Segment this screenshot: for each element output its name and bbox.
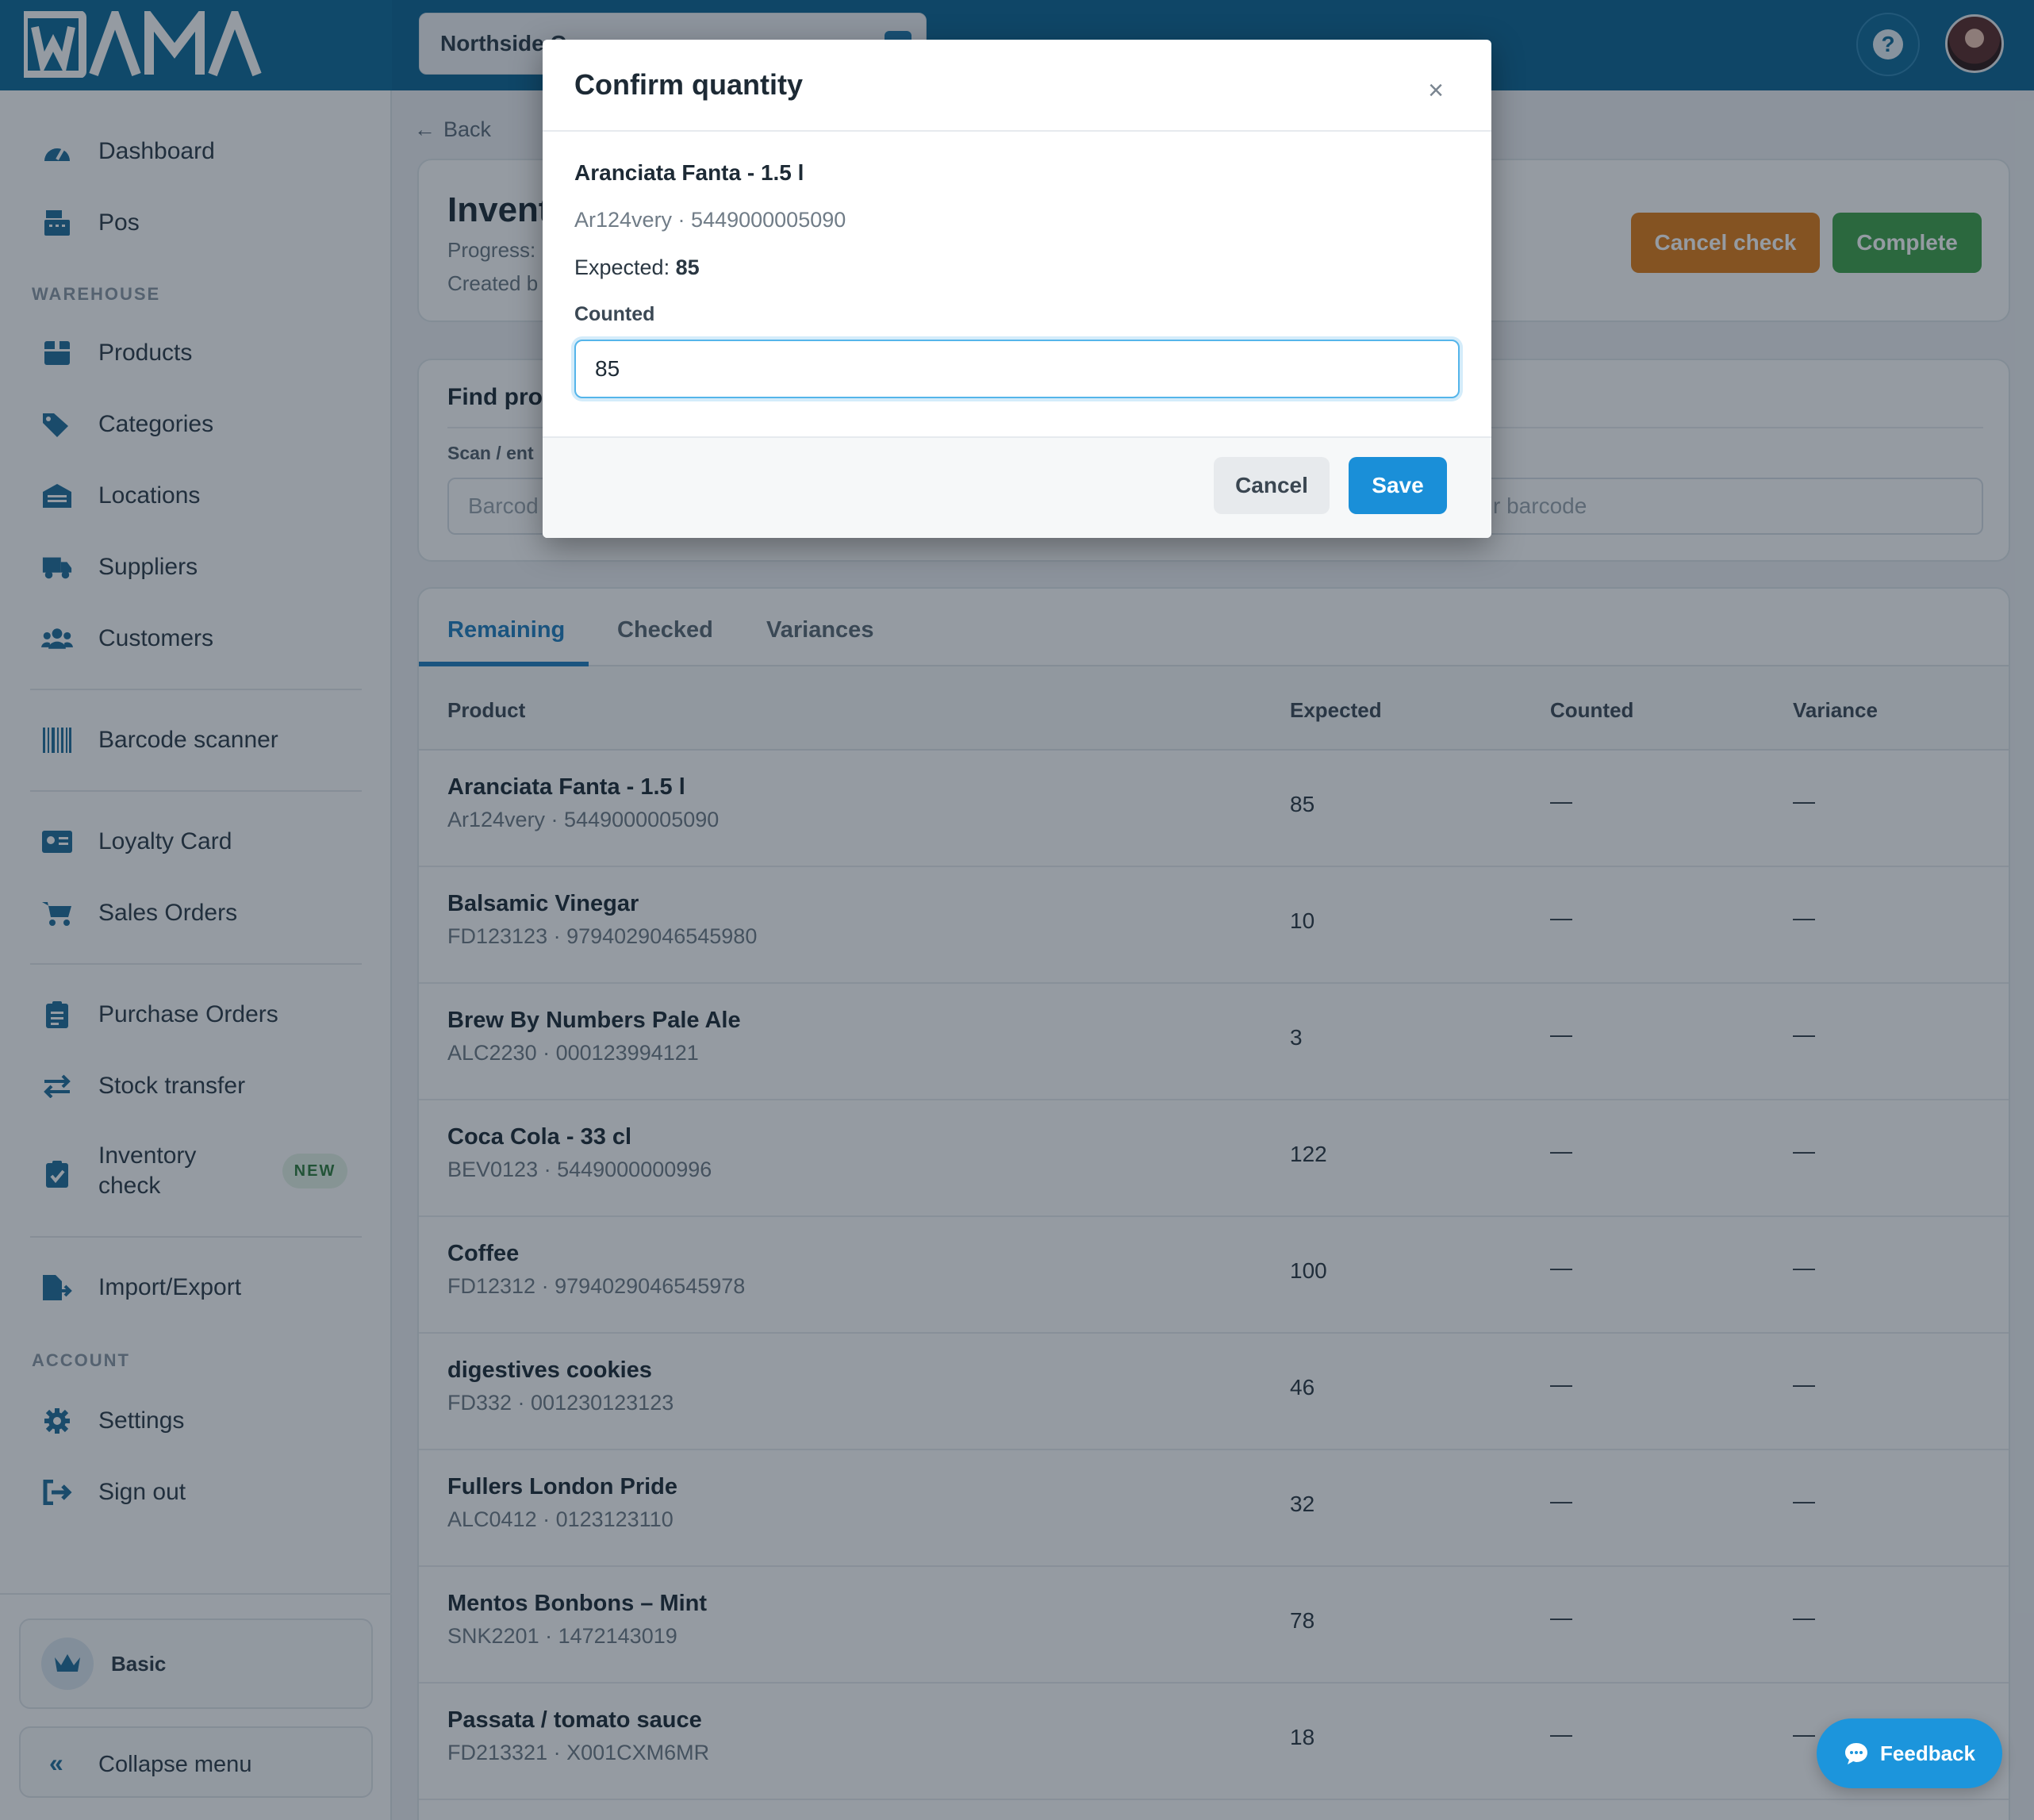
close-icon[interactable]: × <box>1422 75 1450 106</box>
cancel-button[interactable]: Cancel <box>1214 457 1330 514</box>
feedback-button[interactable]: Feedback <box>1817 1718 2002 1788</box>
expected-value: 85 <box>675 255 700 279</box>
modal-footer: Cancel Save <box>543 436 1491 538</box>
counted-label: Counted <box>574 303 655 325</box>
feedback-label: Feedback <box>1880 1741 1975 1765</box>
expected-label: Expected: <box>574 255 670 279</box>
save-button[interactable]: Save <box>1349 457 1447 514</box>
modal-title: Confirm quantity <box>574 68 803 101</box>
modal-product-sku: Ar124very · 5449000005090 <box>574 208 846 232</box>
divider <box>543 130 1491 132</box>
chat-bubble-icon <box>1845 1743 1868 1764</box>
counted-input[interactable] <box>574 340 1460 398</box>
confirm-quantity-modal: Confirm quantity × Aranciata Fanta - 1.5… <box>543 40 1491 538</box>
modal-expected: Expected: 85 <box>574 255 700 280</box>
modal-product-name: Aranciata Fanta - 1.5 l <box>574 160 804 185</box>
